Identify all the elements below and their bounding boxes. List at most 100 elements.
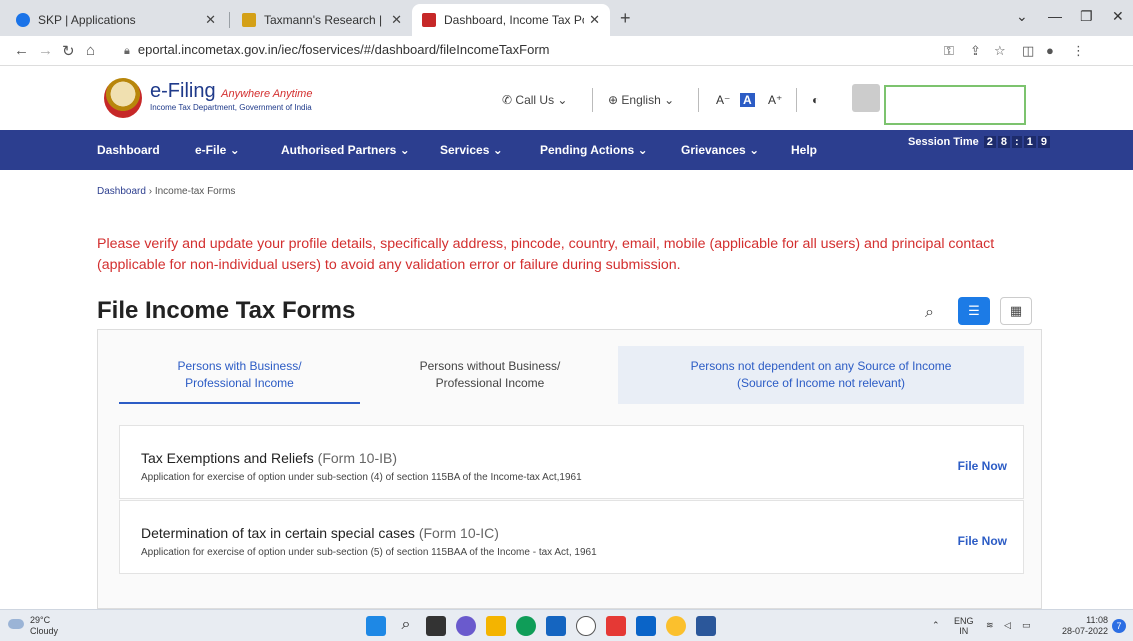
- form-name: Determination of tax in certain special …: [141, 525, 415, 541]
- tab-title: Taxmann's Research | Income Tax: [264, 13, 384, 27]
- nav-label: Grievances: [681, 143, 746, 157]
- phone-icon: ✆: [502, 93, 513, 107]
- file-explorer-icon[interactable]: [486, 616, 506, 636]
- share-icon[interactable]: ⇪: [970, 43, 981, 59]
- chrome-icon[interactable]: [666, 616, 686, 636]
- session-digit: 1: [1023, 136, 1036, 148]
- nav-dashboard[interactable]: Dashboard: [97, 143, 160, 157]
- file-now-button[interactable]: File Now: [958, 534, 1007, 548]
- call-us-label: Call Us: [515, 93, 555, 107]
- browser-tab-taxmann[interactable]: Taxmann's Research | Income Tax ✕: [232, 4, 412, 36]
- avatar[interactable]: [852, 84, 880, 112]
- input-language[interactable]: ENG IN: [954, 616, 974, 636]
- tab-no-business-income[interactable]: Persons without Business/ Professional I…: [366, 346, 614, 404]
- session-label: Session Time: [908, 136, 979, 148]
- word-icon[interactable]: [696, 616, 716, 636]
- weather-widget[interactable]: 29°C Cloudy: [8, 615, 58, 637]
- efiling-logo[interactable]: e-Filing Anywhere Anytime Income Tax Dep…: [150, 80, 312, 112]
- browser-tab-skp[interactable]: SKP | Applications ✕: [6, 4, 226, 36]
- notification-badge[interactable]: 7: [1112, 619, 1126, 633]
- close-tab-icon[interactable]: ✕: [205, 12, 216, 28]
- close-window-icon[interactable]: ✕: [1112, 8, 1124, 25]
- language-label: English: [621, 93, 661, 107]
- speaker-icon[interactable]: ◁: [1004, 620, 1011, 630]
- grid-view-button[interactable]: ▦: [1000, 297, 1032, 325]
- home-icon[interactable]: ⌂: [86, 42, 95, 59]
- minimize-icon[interactable]: —: [1048, 8, 1062, 24]
- forward-arrow-icon[interactable]: →: [38, 42, 53, 59]
- nav-grievances[interactable]: Grievances ⌄: [681, 143, 759, 157]
- restore-icon[interactable]: ❐: [1080, 8, 1093, 25]
- clock-date: 28-07-2022: [1061, 626, 1108, 636]
- close-tab-icon[interactable]: ✕: [589, 12, 600, 28]
- tab-label: Persons not dependent on any Source of I…: [690, 359, 952, 373]
- profile-update-notice: Please verify and update your profile de…: [97, 236, 995, 273]
- breadcrumb-dashboard-link[interactable]: Dashboard: [97, 186, 146, 197]
- nav-pending-actions[interactable]: Pending Actions ⌄: [540, 143, 648, 157]
- bookmark-star-icon[interactable]: ☆: [994, 43, 1006, 59]
- lock-icon: 🔒︎: [124, 45, 130, 57]
- increase-font-button[interactable]: A⁺: [768, 93, 782, 107]
- nav-efile[interactable]: e-File ⌄: [195, 143, 240, 157]
- chevron-down-icon: ⌄: [557, 93, 568, 107]
- url-field[interactable]: 🔒︎ eportal.incometax.gov.in/iec/foservice…: [124, 42, 549, 58]
- tab-label: Persons without Business/: [419, 359, 561, 373]
- profile-name-box[interactable]: [884, 85, 1026, 125]
- decrease-font-button[interactable]: A⁻: [716, 93, 730, 107]
- tab-label: (Source of Income not relevant): [736, 376, 906, 390]
- wifi-icon[interactable]: ≋: [986, 620, 994, 630]
- battery-icon[interactable]: ▭: [1022, 620, 1031, 630]
- close-tab-icon[interactable]: ✕: [391, 12, 402, 28]
- session-timer: Session Time 28:19: [908, 136, 1050, 148]
- outlook-icon[interactable]: [636, 616, 656, 636]
- tab-search-chevron-icon[interactable]: ⌄: [1016, 8, 1028, 25]
- store-icon[interactable]: [546, 616, 566, 636]
- side-panel-icon[interactable]: ◫: [1022, 43, 1034, 59]
- nav-services[interactable]: Services ⌄: [440, 143, 503, 157]
- browser-menu-icon[interactable]: ⋮: [1072, 43, 1085, 59]
- edge-icon[interactable]: [516, 616, 536, 636]
- breadcrumb-separator: ›: [148, 186, 153, 197]
- search-icon[interactable]: ⌕: [396, 616, 416, 636]
- tally-icon[interactable]: [606, 616, 626, 636]
- profile-icon[interactable]: ●: [1046, 43, 1054, 58]
- session-digit: :: [1012, 136, 1022, 148]
- nav-help[interactable]: Help: [791, 143, 817, 157]
- language-selector[interactable]: ⊕ English ⌄: [608, 93, 674, 107]
- tab-title: Dashboard, Income Tax Portal, G: [444, 13, 584, 27]
- forms-panel: Persons with Business/ Professional Inco…: [97, 329, 1042, 609]
- search-icon[interactable]: ⌕: [925, 304, 934, 322]
- address-bar-row: ← → ↻ ⌂ 🔒︎ eportal.incometax.gov.in/iec/f…: [0, 36, 1133, 66]
- list-view-button[interactable]: ☰: [958, 297, 990, 325]
- key-icon[interactable]: ⚿: [944, 43, 954, 59]
- task-view-icon[interactable]: [426, 616, 446, 636]
- normal-font-button[interactable]: A: [740, 93, 755, 107]
- call-us-menu[interactable]: ✆ Call Us ⌄: [502, 93, 567, 107]
- tab-label: Professional Income: [435, 376, 545, 390]
- header-divider: [698, 88, 699, 112]
- windows-start-icon[interactable]: [366, 616, 386, 636]
- tray-overflow-icon[interactable]: ⌃: [932, 620, 940, 630]
- nav-label: e-File: [195, 143, 227, 157]
- tab-no-source-income[interactable]: Persons not dependent on any Source of I…: [618, 346, 1024, 404]
- form-title: Determination of tax in certain special …: [141, 525, 499, 541]
- system-clock[interactable]: 11:08 28-07-2022: [1048, 615, 1108, 637]
- reload-icon[interactable]: ↻: [62, 42, 75, 60]
- chat-icon[interactable]: [456, 616, 476, 636]
- back-arrow-icon[interactable]: ←: [14, 42, 29, 59]
- nav-authorised-partners[interactable]: Authorised Partners ⌄: [281, 143, 410, 157]
- dell-icon[interactable]: [576, 616, 596, 636]
- brand-tagline: Anywhere Anytime: [221, 88, 313, 100]
- form-description: Application for exercise of option under…: [141, 547, 597, 558]
- new-tab-button[interactable]: +: [620, 8, 631, 29]
- income-tax-favicon-icon: [422, 13, 436, 27]
- form-card-10ib: Tax Exemptions and Reliefs (Form 10-IB) …: [119, 425, 1024, 499]
- nav-label: Authorised Partners: [281, 143, 397, 157]
- file-now-button[interactable]: File Now: [958, 459, 1007, 473]
- session-digit: 2: [983, 136, 996, 148]
- chevron-down-icon: ⌄: [637, 143, 648, 157]
- grid-icon: ▦: [1009, 303, 1023, 318]
- contrast-icon[interactable]: ◐: [812, 93, 819, 107]
- browser-tab-income-tax[interactable]: Dashboard, Income Tax Portal, G ✕: [412, 4, 610, 36]
- tab-business-income[interactable]: Persons with Business/ Professional Inco…: [119, 346, 360, 404]
